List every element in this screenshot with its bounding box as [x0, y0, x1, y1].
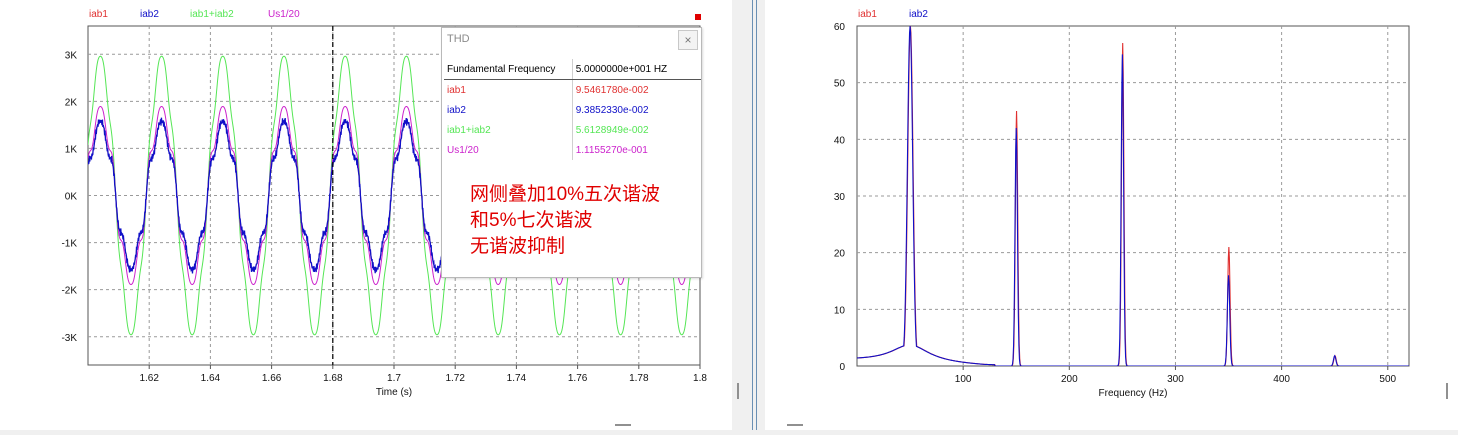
y-tick-label: 10: [834, 305, 846, 316]
thd-row-value: 5.6128949e-002: [575, 124, 649, 136]
x-axis-label: Time (s): [376, 387, 412, 398]
legend-item: iab1: [858, 9, 877, 20]
thd-row: iab1 9.5461780e-002: [444, 79, 701, 100]
x-tick-label: 1.72: [445, 373, 465, 384]
x-tick-label: 1.68: [323, 373, 343, 384]
x-tick-label: 1.64: [201, 373, 221, 384]
panel-splitter[interactable]: [732, 0, 765, 430]
legend-item: iab2: [909, 9, 928, 20]
legend-item: iab1+iab2: [190, 9, 234, 20]
thd-row-name: iab1: [444, 79, 573, 100]
thd-row-value: 9.5461780e-002: [575, 84, 649, 96]
thd-header-name: Fundamental Frequency: [444, 59, 573, 80]
thd-header-value: 5.0000000e+001 HZ: [572, 59, 701, 80]
x-tick-label: 1.8: [693, 373, 707, 384]
x-tick-label: 1.76: [568, 373, 588, 384]
y-tick-label: 3K: [65, 50, 78, 61]
scroll-grip[interactable]: [615, 424, 631, 426]
splitter-line: [756, 0, 757, 430]
y-tick-label: 60: [834, 22, 846, 33]
x-tick-label: 300: [1167, 374, 1184, 385]
x-axis-label: Frequency (Hz): [1099, 388, 1168, 399]
y-tick-label: 40: [834, 135, 846, 146]
thd-row-name: Us1/20: [444, 140, 573, 160]
legend-item: iab2: [140, 9, 159, 20]
x-tick-label: 500: [1379, 374, 1396, 385]
thd-row-name: iab2: [444, 100, 573, 120]
close-button[interactable]: ×: [678, 30, 698, 50]
thd-header-row: Fundamental Frequency 5.0000000e+001 HZ: [444, 59, 701, 80]
splitter-grip[interactable]: [737, 383, 739, 399]
annotation-line: 网侧叠加10%五次谐波: [470, 184, 661, 205]
thd-table: Fundamental Frequency 5.0000000e+001 HZ …: [444, 59, 701, 160]
thd-row-name: iab1+iab2: [444, 120, 573, 140]
thd-row: iab2 9.3852330e-002: [444, 100, 701, 120]
y-tick-label: 20: [834, 249, 846, 260]
x-tick-label: 1.78: [629, 373, 649, 384]
thd-row: Us1/20 1.1155270e-001: [444, 140, 701, 160]
annotation-line: 和5%七次谐波: [470, 210, 593, 231]
y-tick-label: 2K: [65, 97, 78, 108]
scroll-grip[interactable]: [787, 424, 803, 426]
y-tick-label: 0K: [65, 192, 78, 203]
splitter-line: [752, 0, 753, 430]
thd-row-value: 1.1155270e-001: [575, 144, 648, 156]
spectrum-chart[interactable]: 100 200 300 400 500 0 10 20 30 40 50 60 Frequency (H…: [765, 0, 1458, 430]
y-tick-label: 0: [839, 362, 845, 373]
y-tick-label: 30: [834, 192, 846, 203]
y-tick-label: -1K: [61, 239, 77, 250]
annotation-text: 网侧叠加10%五次谐波 和5%七次谐波 无谐波抑制: [470, 182, 660, 260]
y-tick-label: 1K: [65, 144, 78, 155]
legend-item: Us1/20: [268, 9, 300, 20]
x-tick-label: 1.66: [262, 373, 282, 384]
y-tick-label: -3K: [61, 333, 77, 344]
x-tick-label: 400: [1273, 374, 1290, 385]
thd-row: iab1+iab2 5.6128949e-002: [444, 120, 701, 140]
spectrum-panel: 100 200 300 400 500 0 10 20 30 40 50 60 Frequency (H…: [765, 0, 1458, 430]
x-tick-label: 1.7: [387, 373, 401, 384]
x-tick-label: 1.62: [139, 373, 159, 384]
thd-title: THD: [447, 33, 470, 45]
x-tick-label: 100: [955, 374, 972, 385]
legend-item: iab1: [89, 9, 108, 20]
x-tick-label: 1.74: [507, 373, 527, 384]
thd-row-value: 9.3852330e-002: [575, 104, 649, 116]
y-tick-label: 50: [834, 79, 846, 90]
marker-square: [695, 14, 701, 20]
y-tick-label: -2K: [61, 286, 77, 297]
x-tick-label: 200: [1061, 374, 1078, 385]
scroll-grip[interactable]: [1446, 383, 1448, 399]
annotation-line: 无谐波抑制: [470, 236, 566, 257]
